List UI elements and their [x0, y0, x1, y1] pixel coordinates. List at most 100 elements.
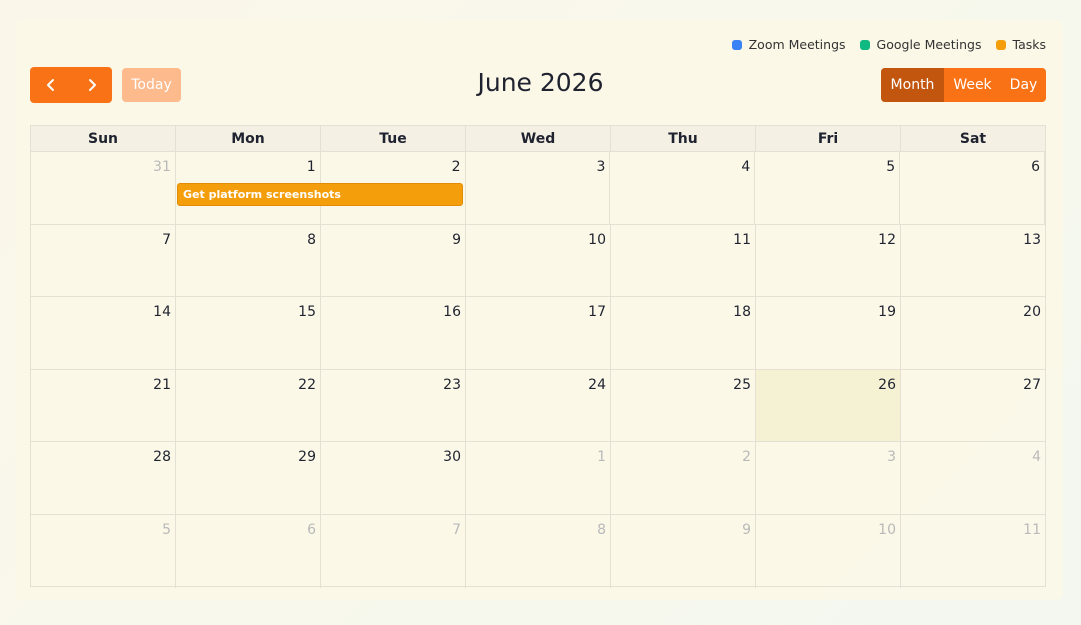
day-cell[interactable]: 10: [756, 514, 901, 588]
day-number: 21: [153, 376, 171, 393]
day-view-button[interactable]: Day: [1001, 68, 1046, 102]
day-number: 17: [588, 304, 606, 321]
day-cell[interactable]: 8: [466, 514, 611, 588]
day-cell[interactable]: 22: [176, 369, 321, 442]
week-view-button[interactable]: Week: [944, 68, 1001, 102]
day-cell[interactable]: 6: [176, 514, 321, 588]
day-number: 9: [452, 231, 461, 248]
day-number: 3: [596, 159, 606, 175]
weekday-fri: Fri: [756, 126, 901, 151]
day-cell[interactable]: 23: [321, 369, 466, 442]
day-cell[interactable]: 8: [176, 224, 321, 297]
legend-label-tasks: Tasks: [1012, 37, 1047, 52]
day-number: 2: [742, 449, 751, 466]
day-cell[interactable]: 7: [31, 224, 176, 297]
day-cell[interactable]: 30: [321, 442, 466, 514]
day-number: 29: [298, 449, 316, 466]
legend-dot-google: [859, 39, 870, 50]
day-number: 15: [298, 304, 316, 321]
day-number: 23: [443, 376, 461, 393]
event-get-platform-screenshots[interactable]: Get platform screenshots: [177, 183, 463, 206]
day-cell[interactable]: 28: [31, 442, 176, 514]
week-row: 7 8 9 10 11 12 13: [31, 224, 1045, 298]
view-switcher: Month Week Day: [881, 68, 1046, 102]
day-cell[interactable]: 24: [466, 369, 611, 442]
legend-label-google: Google Meetings: [876, 37, 982, 52]
day-cell[interactable]: 3: [756, 442, 901, 514]
day-number: 14: [153, 304, 171, 321]
day-cell[interactable]: 13: [901, 225, 1045, 297]
day-number: 12: [878, 231, 896, 248]
day-cell[interactable]: 16: [321, 297, 466, 369]
day-number: 7: [452, 521, 461, 538]
day-cell[interactable]: 18: [611, 297, 756, 369]
day-cell[interactable]: 5: [31, 514, 176, 588]
legend-item-zoom: Zoom Meetings: [731, 37, 846, 52]
week-row: 28 29 30 1 2 3 4: [31, 442, 1045, 515]
day-number: 8: [597, 521, 606, 538]
day-number: 5: [162, 521, 171, 538]
day-cell[interactable]: 3: [466, 152, 611, 224]
weekday-wed: Wed: [466, 126, 611, 151]
day-number: 6: [1031, 159, 1041, 175]
day-cell-today[interactable]: 26: [756, 369, 901, 442]
day-cell[interactable]: 6: [900, 152, 1046, 224]
day-number: 25: [733, 376, 751, 393]
day-cell[interactable]: 11: [901, 515, 1045, 588]
day-cell[interactable]: 4: [610, 152, 756, 224]
day-cell[interactable]: 5: [755, 152, 901, 224]
day-cell[interactable]: 14: [31, 297, 176, 369]
day-cell[interactable]: 31: [31, 152, 176, 224]
day-cell[interactable]: 15: [176, 297, 321, 369]
day-number: 11: [1023, 521, 1041, 538]
day-number: 11: [733, 231, 751, 248]
day-cell[interactable]: 9: [611, 514, 756, 588]
day-cell[interactable]: 25: [611, 369, 756, 442]
day-cell[interactable]: 12: [756, 224, 901, 297]
month-view-button[interactable]: Month: [881, 68, 944, 102]
legend-dot-tasks: [995, 39, 1006, 50]
day-cell[interactable]: 19: [756, 297, 901, 369]
week-row: 21 22 23 24 25 26 27: [31, 369, 1045, 443]
day-number: 22: [298, 376, 316, 393]
day-number: 20: [1023, 304, 1041, 321]
day-number: 2: [451, 159, 461, 175]
day-number: 13: [1023, 231, 1041, 248]
day-number: 18: [733, 304, 751, 321]
month-title: June 2026: [477, 68, 604, 97]
day-cell[interactable]: 2: [611, 442, 756, 514]
legend-dot-zoom: [731, 39, 742, 50]
day-number: 10: [588, 231, 606, 248]
day-number: 10: [878, 521, 896, 538]
day-number: 4: [741, 159, 751, 175]
day-cell[interactable]: 4: [901, 442, 1045, 514]
day-cell[interactable]: 27: [901, 370, 1045, 442]
week-row: 14 15 16 17 18 19 20: [31, 297, 1045, 370]
day-cell[interactable]: 1: [466, 442, 611, 514]
day-cell[interactable]: 7: [321, 514, 466, 588]
day-number: 28: [153, 449, 171, 466]
day-cell[interactable]: 29: [176, 442, 321, 514]
weekday-header-row: Sun Mon Tue Wed Thu Fri Sat: [31, 126, 1045, 152]
weekday-sun: Sun: [31, 126, 176, 151]
legend-label-zoom: Zoom Meetings: [748, 37, 846, 52]
weeks-container: 31 1 2 3 4 5 6 Get platform screenshots 7 8 9 10 11 1…: [31, 152, 1046, 588]
day-cell[interactable]: 11: [611, 224, 756, 297]
day-cell[interactable]: 20: [901, 297, 1045, 369]
weekday-thu: Thu: [611, 126, 756, 151]
day-number: 27: [1023, 376, 1041, 393]
day-number: 9: [742, 521, 751, 538]
day-number: 1: [597, 449, 606, 466]
weekday-sat: Sat: [959, 131, 987, 147]
day-number: 24: [588, 376, 606, 393]
day-number: 8: [307, 231, 316, 248]
day-cell[interactable]: 21: [31, 369, 176, 442]
legend-item-google: Google Meetings: [859, 37, 982, 52]
day-number: 5: [886, 159, 896, 175]
day-cell[interactable]: 10: [466, 224, 611, 297]
day-number: 3: [887, 449, 896, 466]
month-grid: Sun Mon Tue Wed Thu Fri Sat 31 1 2 3 4 5 6 Get …: [30, 125, 1046, 588]
day-cell[interactable]: 17: [466, 297, 611, 369]
week-row: 31 1 2 3 4 5 6 Get platform screenshots: [31, 152, 1046, 225]
day-cell[interactable]: 9: [321, 224, 466, 297]
